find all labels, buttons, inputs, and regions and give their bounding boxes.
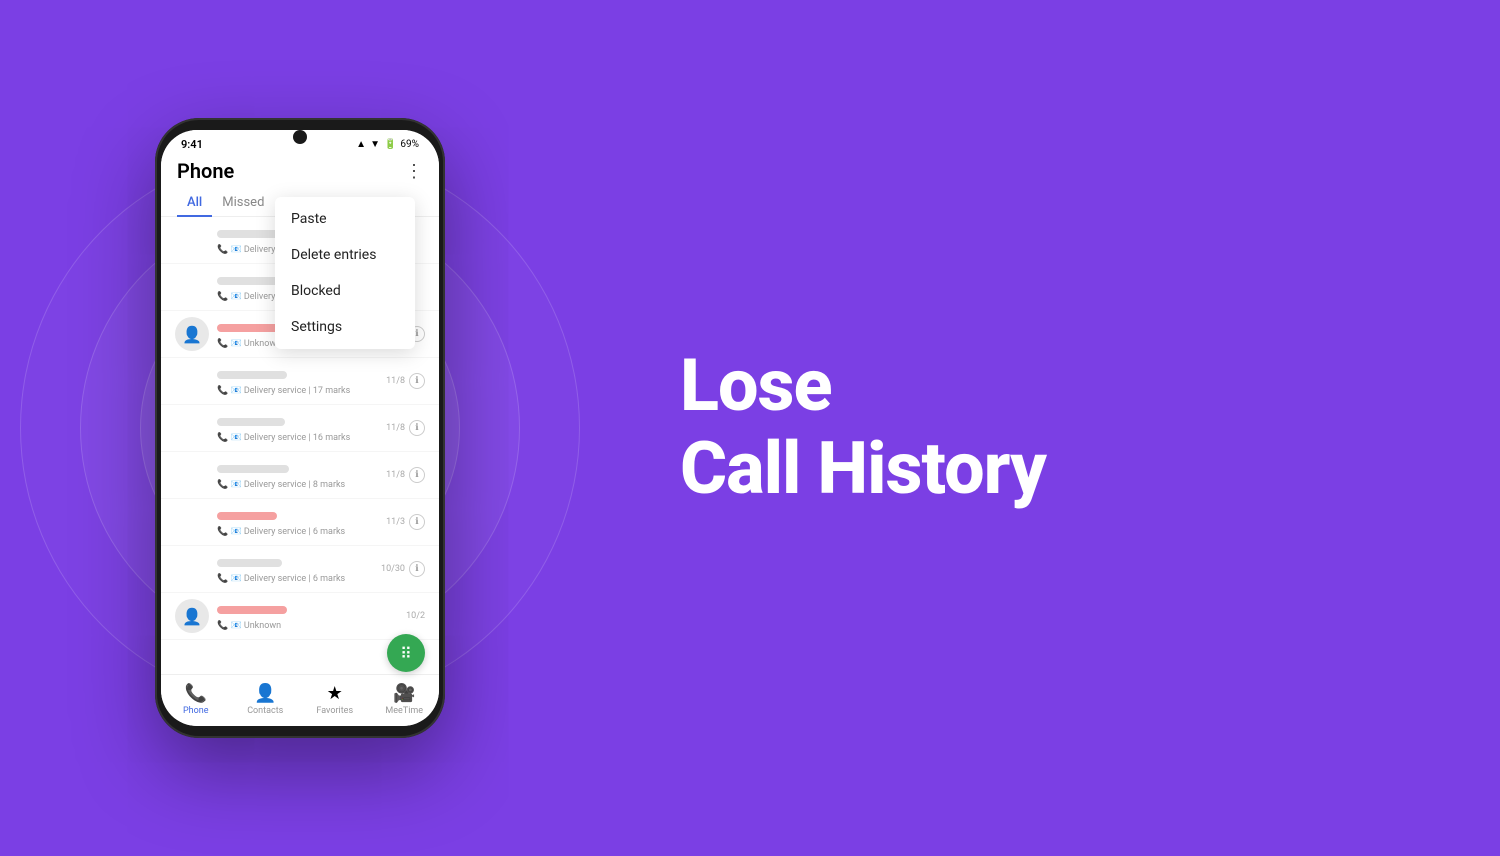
phone-device: 9:41 ▲ ▼ 🔋 69% Phone ⋮ Paste bbox=[155, 118, 445, 738]
info-icon[interactable]: ℹ bbox=[409, 420, 425, 436]
call-name-bar-missed bbox=[217, 512, 277, 520]
overflow-menu-button[interactable]: ⋮ Paste Delete entries Blocked Settings bbox=[405, 161, 423, 182]
phone-notch bbox=[293, 130, 307, 144]
phone-header: Phone ⋮ Paste Delete entries Blocked Set… bbox=[161, 155, 439, 189]
nav-phone-label: Phone bbox=[183, 706, 209, 716]
meettime-nav-icon: 🎥 bbox=[393, 683, 415, 704]
call-sub: 📞 📧 Delivery service | 17 marks bbox=[217, 386, 386, 396]
menu-settings[interactable]: Settings bbox=[275, 309, 415, 345]
call-item[interactable]: 📞 📧 Delivery service | 17 marks 11/8 ℹ bbox=[161, 358, 439, 405]
nav-contacts[interactable]: 👤 Contacts bbox=[231, 675, 301, 726]
call-avatar: 👤 bbox=[175, 317, 209, 351]
call-meta: 11/3 ℹ bbox=[386, 514, 425, 530]
dialpad-fab[interactable]: ⠿ bbox=[387, 634, 425, 672]
call-name-bar bbox=[217, 277, 282, 285]
call-meta: 10/2 bbox=[406, 611, 425, 621]
nav-meettime[interactable]: 🎥 MeeTime bbox=[370, 675, 440, 726]
call-sub: 📞 📧 Delivery service | 6 marks bbox=[217, 527, 386, 537]
call-meta: 11/8 ℹ bbox=[386, 467, 425, 483]
menu-delete-entries[interactable]: Delete entries bbox=[275, 237, 415, 273]
call-date: 11/8 bbox=[386, 470, 405, 480]
call-sub: 📞 📧 Delivery service | 8 marks bbox=[217, 480, 386, 490]
nav-favorites-label: Favorites bbox=[316, 706, 353, 716]
call-name-bar bbox=[217, 559, 282, 567]
call-item[interactable]: 👤 📞 📧 Unknown 10/2 bbox=[161, 593, 439, 640]
hero-line2: Call History bbox=[680, 428, 1420, 511]
tab-all[interactable]: All bbox=[177, 189, 212, 216]
call-name-bar bbox=[217, 465, 289, 473]
call-item[interactable]: 📞 📧 Delivery service | 16 marks 11/8 ℹ bbox=[161, 405, 439, 452]
call-date: 10/30 bbox=[381, 564, 405, 574]
call-name-bar bbox=[217, 418, 285, 426]
phone-nav-icon: 📞 bbox=[185, 683, 207, 704]
call-sub: 📞 📧 Delivery service | 6 marks bbox=[217, 574, 381, 584]
call-info: 📞 📧 Unknown bbox=[217, 602, 406, 631]
status-icons: ▲ ▼ 🔋 69% bbox=[356, 139, 419, 150]
contacts-nav-icon: 👤 bbox=[254, 683, 276, 704]
call-item[interactable]: 📞 📧 Delivery service | 6 marks 11/3 ℹ bbox=[161, 499, 439, 546]
call-info: 📞 📧 Delivery service | 16 marks bbox=[217, 414, 386, 443]
hero-line1: Lose bbox=[680, 345, 1420, 428]
menu-blocked[interactable]: Blocked bbox=[275, 273, 415, 309]
info-icon[interactable]: ℹ bbox=[409, 514, 425, 530]
call-info: 📞 📧 Delivery service | 6 marks bbox=[217, 508, 386, 537]
dialpad-icon: ⠿ bbox=[400, 644, 412, 663]
tab-missed[interactable]: Missed bbox=[212, 189, 274, 216]
info-icon[interactable]: ℹ bbox=[409, 561, 425, 577]
phone-app-title: Phone bbox=[177, 159, 234, 183]
call-date: 11/8 bbox=[386, 376, 405, 386]
overflow-dropdown: Paste Delete entries Blocked Settings bbox=[275, 197, 415, 349]
call-meta: 11/8 ℹ bbox=[386, 373, 425, 389]
battery-percent: 69% bbox=[400, 139, 419, 150]
call-sub: 📞 📧 Unknown bbox=[217, 621, 406, 631]
call-item[interactable]: 📞 📧 Delivery service | 6 marks 10/30 ℹ bbox=[161, 546, 439, 593]
page-layout: 9:41 ▲ ▼ 🔋 69% Phone ⋮ Paste bbox=[0, 0, 1500, 856]
call-name-bar-missed bbox=[217, 606, 287, 614]
nav-favorites[interactable]: ★ Favorites bbox=[300, 675, 370, 726]
wifi-icon: ▼ bbox=[370, 139, 380, 150]
call-date: 10/2 bbox=[406, 611, 425, 621]
call-meta: 11/8 ℹ bbox=[386, 420, 425, 436]
call-info: 📞 📧 Delivery service | 17 marks bbox=[217, 367, 386, 396]
battery-icon: 🔋 bbox=[384, 139, 396, 150]
person-icon: 👤 bbox=[182, 325, 202, 344]
nav-phone[interactable]: 📞 Phone bbox=[161, 675, 231, 726]
call-avatar: 👤 bbox=[175, 599, 209, 633]
call-item[interactable]: 📞 📧 Delivery service | 8 marks 11/8 ℹ bbox=[161, 452, 439, 499]
call-meta: 10/30 ℹ bbox=[381, 561, 425, 577]
hero-text: Lose Call History bbox=[680, 345, 1420, 511]
nav-meettime-label: MeeTime bbox=[385, 706, 423, 716]
hero-text-side: Lose Call History bbox=[600, 285, 1500, 571]
call-sub: 📞 📧 Delivery service | 16 marks bbox=[217, 433, 386, 443]
call-info: 📞 📧 Delivery service | 8 marks bbox=[217, 461, 386, 490]
status-time: 9:41 bbox=[181, 138, 203, 151]
call-date: 11/8 bbox=[386, 423, 405, 433]
phone-screen: 9:41 ▲ ▼ 🔋 69% Phone ⋮ Paste bbox=[161, 130, 439, 726]
call-date: 11/3 bbox=[386, 517, 405, 527]
signal-icon: ▲ bbox=[356, 139, 366, 150]
call-name-bar bbox=[217, 371, 287, 379]
menu-paste[interactable]: Paste bbox=[275, 201, 415, 237]
phone-side: 9:41 ▲ ▼ 🔋 69% Phone ⋮ Paste bbox=[0, 0, 600, 856]
person-icon: 👤 bbox=[182, 607, 202, 626]
favorites-nav-icon: ★ bbox=[327, 683, 343, 704]
nav-contacts-label: Contacts bbox=[247, 706, 283, 716]
bottom-nav: 📞 Phone 👤 Contacts ★ Favorites 🎥 MeeTime bbox=[161, 674, 439, 726]
info-icon[interactable]: ℹ bbox=[409, 467, 425, 483]
info-icon[interactable]: ℹ bbox=[409, 373, 425, 389]
call-info: 📞 📧 Delivery service | 6 marks bbox=[217, 555, 381, 584]
